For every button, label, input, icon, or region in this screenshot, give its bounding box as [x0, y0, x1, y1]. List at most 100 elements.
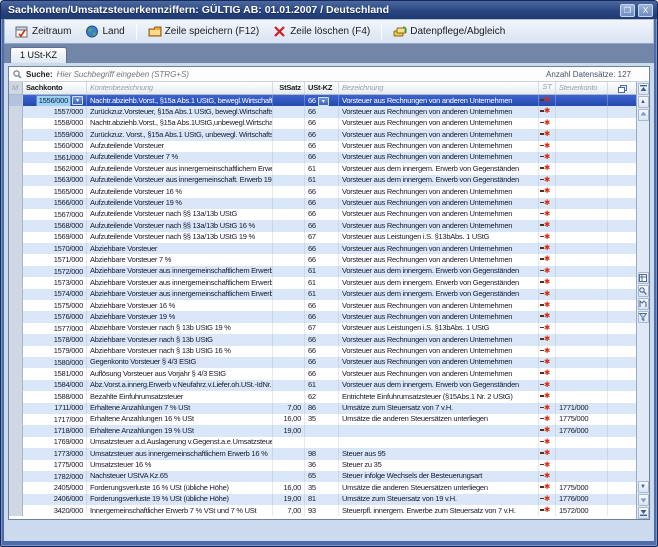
- cell-steuerkonto[interactable]: [556, 300, 608, 311]
- cell-steuerkonto[interactable]: [556, 186, 608, 197]
- table-row[interactable]: 1562/000▼ Aufzuteilende Vorsteuer aus in…: [9, 163, 636, 174]
- cell-sachkonto[interactable]: 1556/000▼: [23, 95, 87, 106]
- cell-stsatz[interactable]: [273, 118, 305, 129]
- cell-sachkonto[interactable]: 1577/000▼: [23, 323, 87, 334]
- cell-steuerkonto[interactable]: [556, 448, 608, 459]
- cell-kontenbezeichnung[interactable]: Abziehbare Vorsteuer 16 %: [87, 300, 273, 311]
- cell-bezeichnung[interactable]: Umsätze zum Steuersatz von 7 v.H.: [339, 403, 539, 414]
- cell-ustkz[interactable]: 61 ▼: [305, 289, 339, 300]
- cell-steuerkonto[interactable]: 1572/000: [556, 505, 608, 516]
- cell-sachkonto[interactable]: 1557/000▼: [23, 106, 87, 117]
- cell-ustkz[interactable]: 66 ▼: [305, 220, 339, 231]
- cell-sachkonto[interactable]: 1574/000▼: [23, 289, 87, 300]
- cell-steuerkonto[interactable]: [556, 198, 608, 209]
- cell-stsatz[interactable]: [273, 220, 305, 231]
- cell-sachkonto[interactable]: 1568/000▼: [23, 220, 87, 231]
- cell-sachkonto[interactable]: 1581/000▼: [23, 368, 87, 379]
- cell-ustkz[interactable]: 66 ▼: [305, 118, 339, 129]
- cell-bezeichnung[interactable]: [339, 437, 539, 448]
- cell-stsatz[interactable]: [273, 129, 305, 140]
- zeile-speichern-button[interactable]: Zeile speichern (F12): [142, 22, 265, 41]
- cell-sachkonto[interactable]: 2405/000▼: [23, 482, 87, 493]
- cell-bezeichnung[interactable]: Vorsteuer aus Leistungen i.S. §13bAbs. 1…: [339, 323, 539, 334]
- cell-bezeichnung[interactable]: Vorsteuer aus Rechnungen von anderen Unt…: [339, 243, 539, 254]
- cell-bezeichnung[interactable]: Vorsteuer aus Rechnungen von anderen Unt…: [339, 311, 539, 322]
- cell-kontenbezeichnung[interactable]: Abziehbare Vorsteuer aus innergemeinscha…: [87, 289, 273, 300]
- cell-kontenbezeichnung[interactable]: Gegenkonto Vorsteuer § 4/3 EStG: [87, 357, 273, 368]
- table-row[interactable]: 1566/000▼ Aufzuteilende Vorsteuer 19 % 6…: [9, 198, 636, 209]
- cell-ustkz[interactable]: 35 ▼: [305, 482, 339, 493]
- cell-stsatz[interactable]: [273, 334, 305, 345]
- cell-steuerkonto[interactable]: 1776/000: [556, 494, 608, 505]
- table-row[interactable]: 1572/000▼ Abziehbare Vorsteuer aus inner…: [9, 266, 636, 277]
- cell-stsatz[interactable]: [273, 152, 305, 163]
- cell-kontenbezeichnung[interactable]: Erhaltene Anzahlungen 7 % USt: [87, 403, 273, 414]
- cell-kontenbezeichnung[interactable]: Aufzuteilende Vorsteuer 19 %: [87, 198, 273, 209]
- cell-bezeichnung[interactable]: Umsätze die anderen Steuersätzen unterli…: [339, 414, 539, 425]
- cell-steuerkonto[interactable]: [556, 346, 608, 357]
- cell-ustkz[interactable]: 66 ▼: [305, 254, 339, 265]
- column-chooser-icon[interactable]: [608, 82, 636, 94]
- cell-stsatz[interactable]: [273, 95, 305, 106]
- cell-ustkz[interactable]: 61 ▼: [305, 277, 339, 288]
- ustkz-dropdown-button[interactable]: ▼: [318, 97, 329, 106]
- table-row[interactable]: 1559/000▼ Zurückzuz. Vorst., §15a Abs.1 …: [9, 129, 636, 140]
- cell-sachkonto[interactable]: 1782/000▼: [23, 471, 87, 482]
- cell-bezeichnung[interactable]: Vorsteuer aus dem innergem. Erwerb von G…: [339, 289, 539, 300]
- cell-ustkz[interactable]: 98 ▼: [305, 448, 339, 459]
- cell-bezeichnung[interactable]: Vorsteuer aus Rechnungen von anderen Unt…: [339, 106, 539, 117]
- cell-sachkonto[interactable]: 1570/000▼: [23, 243, 87, 254]
- cell-kontenbezeichnung[interactable]: Forderungsverluste 19 % USt (übliche Höh…: [87, 494, 273, 505]
- cell-bezeichnung[interactable]: Vorsteuer aus dem innergem. Erwerb von G…: [339, 175, 539, 186]
- table-row[interactable]: 1557/000▼ Zurückzuz.Vorsteuer, §15a Abs.…: [9, 106, 636, 117]
- table-row[interactable]: 1563/000▼ Aufzuteilende Vorsteuer aus in…: [9, 175, 636, 186]
- table-row[interactable]: 1579/000▼ Abziehbare Vorsteuer nach § 13…: [9, 346, 636, 357]
- cell-bezeichnung[interactable]: Vorsteuer aus Rechnungen von anderen Unt…: [339, 95, 539, 106]
- table-row[interactable]: 1558/000▼ Nachtr.abziehb.Vorst., §15a Ab…: [9, 118, 636, 129]
- column-header-kontenbezeichnung[interactable]: Kontenbezeichnung: [87, 82, 273, 94]
- cell-ustkz[interactable]: 66 ▼: [305, 209, 339, 220]
- cell-ustkz[interactable]: ▼: [305, 425, 339, 436]
- cell-bezeichnung[interactable]: Steuerpfl. innergem. Erwerbe zum Steuers…: [339, 505, 539, 516]
- cell-steuerkonto[interactable]: [556, 277, 608, 288]
- cell-steuerkonto[interactable]: [556, 106, 608, 117]
- cell-kontenbezeichnung[interactable]: Nachtr.abziehb.Vorst., §15a Abs.1 UStG, …: [87, 95, 273, 106]
- cell-bezeichnung[interactable]: Vorsteuer aus Rechnungen von anderen Unt…: [339, 346, 539, 357]
- cell-steuerkonto[interactable]: [556, 311, 608, 322]
- table-row[interactable]: 1711/000▼ Erhaltene Anzahlungen 7 % USt …: [9, 403, 636, 414]
- cell-kontenbezeichnung[interactable]: Abziehbare Vorsteuer aus innergemeinscha…: [87, 266, 273, 277]
- table-row[interactable]: 1580/000▼ Gegenkonto Vorsteuer § 4/3 ESt…: [9, 357, 636, 368]
- table-row[interactable]: 1577/000▼ Abziehbare Vorsteuer nach § 13…: [9, 323, 636, 334]
- cell-ustkz[interactable]: 66 ▼: [305, 152, 339, 163]
- cell-sachkonto[interactable]: 1775/000▼: [23, 460, 87, 471]
- cell-ustkz[interactable]: 62 ▼: [305, 391, 339, 402]
- cell-sachkonto[interactable]: 1566/000▼: [23, 198, 87, 209]
- cell-ustkz[interactable]: 66 ▼: [305, 368, 339, 379]
- table-row[interactable]: 1571/000▼ Abziehbare Vorsteuer 7 % 66 ▼ …: [9, 254, 636, 265]
- cell-kontenbezeichnung[interactable]: Umsatzsteuer a.d.Auslagerung v.Gegenst.a…: [87, 437, 273, 448]
- column-header-sachkonto[interactable]: Sachkonto: [23, 82, 87, 94]
- table-row[interactable]: 1570/000▼ Abziehbare Vorsteuer 66 ▼ Vors…: [9, 243, 636, 254]
- sachkonto-dropdown-button[interactable]: ▼: [72, 96, 83, 105]
- column-header-ustkz[interactable]: USt-KZ: [305, 82, 339, 94]
- cell-sachkonto[interactable]: 1569/000▼: [23, 232, 87, 243]
- cell-kontenbezeichnung[interactable]: Bezahlte Einfuhrumsatzsteuer: [87, 391, 273, 402]
- cell-stsatz[interactable]: [273, 311, 305, 322]
- cell-bezeichnung[interactable]: Vorsteuer aus Rechnungen von anderen Unt…: [339, 357, 539, 368]
- cell-steuerkonto[interactable]: [556, 163, 608, 174]
- table-row[interactable]: 1773/000▼ Umsatzsteuer aus innergemeinsc…: [9, 448, 636, 459]
- scroll-down-page-button[interactable]: [638, 494, 649, 506]
- cell-stsatz[interactable]: [273, 141, 305, 152]
- cell-ustkz[interactable]: 67 ▼: [305, 323, 339, 334]
- cell-stsatz[interactable]: [273, 346, 305, 357]
- cell-ustkz[interactable]: 66 ▼: [305, 95, 339, 106]
- cell-kontenbezeichnung[interactable]: Aufzuteilende Vorsteuer nach §§ 13a/13b …: [87, 220, 273, 231]
- cell-stsatz[interactable]: [273, 460, 305, 471]
- cell-bezeichnung[interactable]: Vorsteuer aus Rechnungen von anderen Unt…: [339, 209, 539, 220]
- cell-kontenbezeichnung[interactable]: Nachtr.abziehb.Vorst., §15a Abs.1UStG,un…: [87, 118, 273, 129]
- cell-kontenbezeichnung[interactable]: Abziehbare Vorsteuer 7 %: [87, 254, 273, 265]
- scroll-last-button[interactable]: [638, 507, 649, 519]
- cell-stsatz[interactable]: [273, 175, 305, 186]
- table-row[interactable]: 1556/000▼ Nachtr.abziehb.Vorst., §15a Ab…: [9, 95, 636, 106]
- cell-ustkz[interactable]: 81 ▼: [305, 494, 339, 505]
